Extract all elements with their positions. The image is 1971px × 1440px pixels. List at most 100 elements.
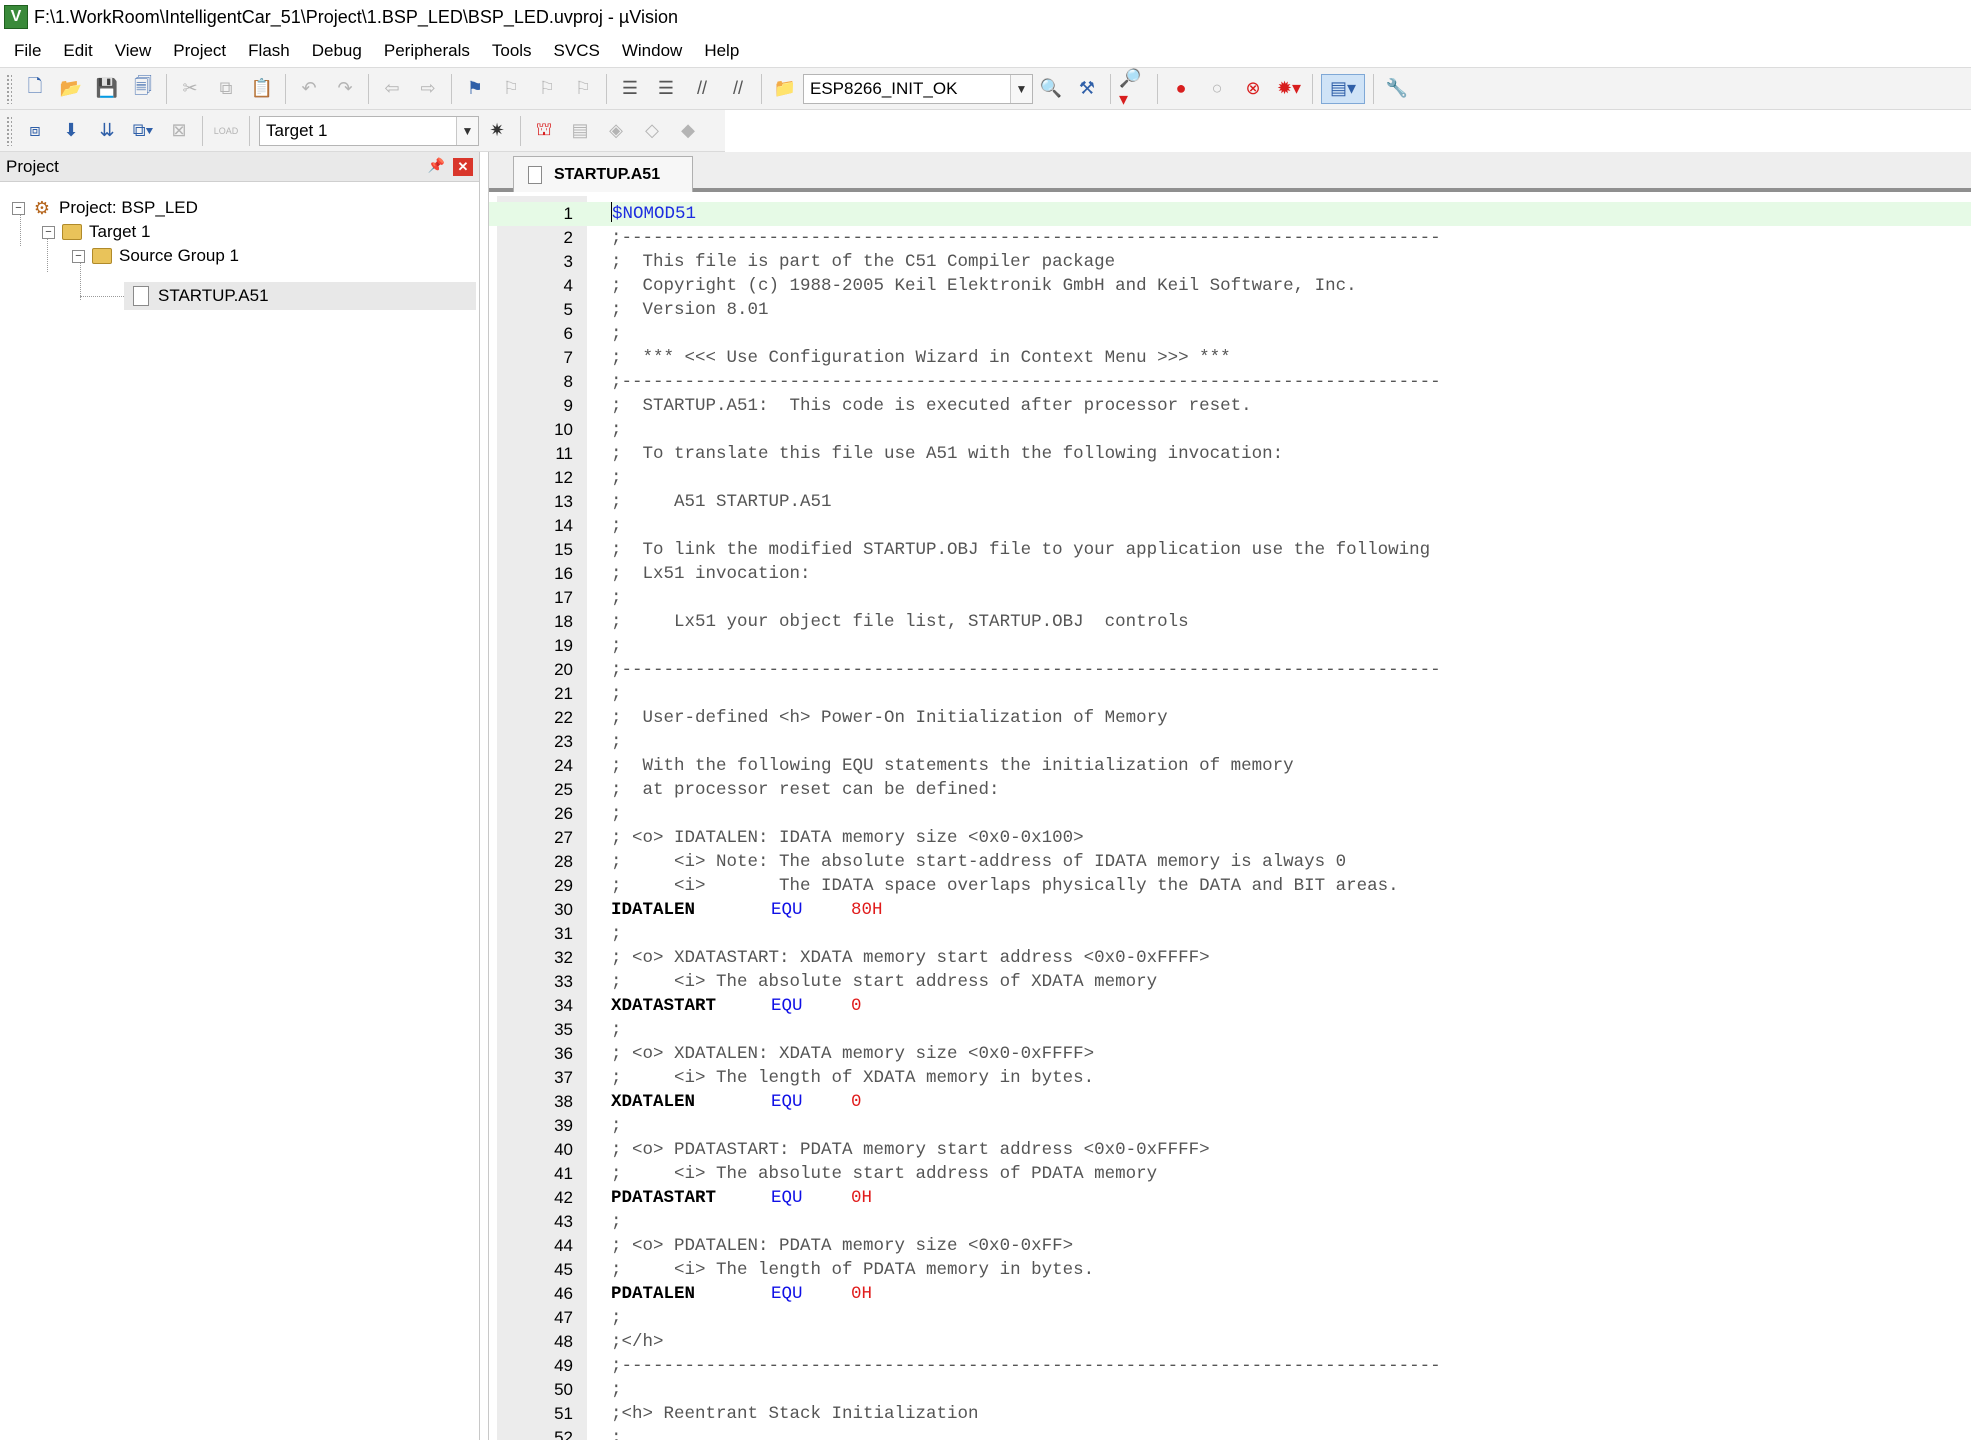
bookmark-next-icon[interactable]: ⚐ xyxy=(532,74,562,104)
code-line[interactable]: 9 ; STARTUP.A51: This code is executed af… xyxy=(489,394,1971,418)
target-combo[interactable]: Target 1 ▼ xyxy=(259,115,479,146)
comment-icon[interactable]: // xyxy=(687,74,717,104)
code-line[interactable]: 24 ; With the following EQU statements th… xyxy=(489,754,1971,778)
code-line[interactable]: 10; xyxy=(489,418,1971,442)
code-line[interactable]: 49 ;-------------------------------------… xyxy=(489,1354,1971,1378)
redo-icon[interactable]: ↷ xyxy=(330,74,360,104)
code-line[interactable]: 42 PDATASTART EQU 0H xyxy=(489,1186,1971,1210)
menu-view[interactable]: View xyxy=(104,34,163,68)
menu-flash[interactable]: Flash xyxy=(237,34,301,68)
pin-icon[interactable]: 📌 xyxy=(428,157,445,174)
enable-breakpoint-icon[interactable]: ○ xyxy=(1202,74,1232,104)
options-for-target-icon[interactable]: ✷ xyxy=(482,116,512,146)
select-packs-icon[interactable]: ▤ xyxy=(565,116,595,146)
menu-svcs[interactable]: SVCS xyxy=(543,34,611,68)
menu-edit[interactable]: Edit xyxy=(52,34,103,68)
cut-icon[interactable]: ✂ xyxy=(175,74,205,104)
code-line[interactable]: 40 ; <o> PDATASTART: PDATA memory start a… xyxy=(489,1138,1971,1162)
download-load-icon[interactable]: LOAD xyxy=(211,116,241,146)
collapse-icon[interactable]: − xyxy=(42,225,55,239)
rebuild-icon[interactable]: ⇊ xyxy=(92,116,122,146)
code-line[interactable]: 6; xyxy=(489,322,1971,346)
find-icon[interactable]: 🔍 xyxy=(1036,74,1066,104)
code-line[interactable]: 34 XDATASTART EQU 0 xyxy=(489,994,1971,1018)
code-line[interactable]: 1 $NOMOD51 xyxy=(489,202,1971,226)
code-line[interactable]: 31; xyxy=(489,922,1971,946)
save-icon[interactable]: 💾 xyxy=(92,74,122,104)
code-line[interactable]: 32 ; <o> XDATASTART: XDATA memory start a… xyxy=(489,946,1971,970)
bookmark-clear-icon[interactable]: ⚐ xyxy=(568,74,598,104)
tab-startup-a51[interactable]: STARTUP.A51 xyxy=(513,156,693,192)
code-line[interactable]: 8 ;--------------------------------------… xyxy=(489,370,1971,394)
code-line[interactable]: 27 ; <o> IDATALEN: IDATA memory size <0x0… xyxy=(489,826,1971,850)
code-line[interactable]: 16 ; Lx51 invocation: xyxy=(489,562,1971,586)
code-line[interactable]: 50; xyxy=(489,1378,1971,1402)
code-line[interactable]: 30 IDATALEN EQU 80H xyxy=(489,898,1971,922)
code-line[interactable]: 5 ; Version 8.01 xyxy=(489,298,1971,322)
code-line[interactable]: 35; xyxy=(489,1018,1971,1042)
bookmark-previous-icon[interactable]: ⚐ xyxy=(496,74,526,104)
code-line[interactable]: 38 XDATALEN EQU 0 xyxy=(489,1090,1971,1114)
navigate-forward-icon[interactable]: ⇨ xyxy=(413,74,443,104)
run-time-env-icon[interactable]: ◆ xyxy=(673,116,703,146)
navigate-back-icon[interactable]: ⇦ xyxy=(377,74,407,104)
code-line[interactable]: 37 ; <i> The length of XDATA memory in by… xyxy=(489,1066,1971,1090)
code-line[interactable]: 11 ; To translate this file use A51 with … xyxy=(489,442,1971,466)
window-layout-icon[interactable]: ▤▾ xyxy=(1321,73,1365,104)
stop-build-icon[interactable]: ⊠ xyxy=(164,116,194,146)
chevron-down-icon[interactable]: ▼ xyxy=(456,116,478,145)
menu-help[interactable]: Help xyxy=(693,34,750,68)
code-line[interactable]: 7 ; *** <<< Use Configuration Wizard in C… xyxy=(489,346,1971,370)
code-line[interactable]: 3 ; This file is part of the C51 Compiler… xyxy=(489,250,1971,274)
new-file-icon[interactable]: 🗋 xyxy=(20,74,50,104)
code-line[interactable]: 33 ; <i> The absolute start address of XD… xyxy=(489,970,1971,994)
code-line[interactable]: 12; xyxy=(489,466,1971,490)
find-combo[interactable]: ESP8266_INIT_OK ▼ xyxy=(803,73,1033,104)
tree-item-source-group[interactable]: − Source Group 1 xyxy=(72,242,472,270)
menu-project[interactable]: Project xyxy=(162,34,237,68)
code-line[interactable]: 26; xyxy=(489,802,1971,826)
kill-all-breakpoints-icon[interactable]: ✹▾ xyxy=(1274,74,1304,104)
code-line[interactable]: 39; xyxy=(489,1114,1971,1138)
code-line[interactable]: 52; xyxy=(489,1426,1971,1440)
code-line[interactable]: 2 ;--------------------------------------… xyxy=(489,226,1971,250)
insert-breakpoint-icon[interactable]: ● xyxy=(1166,74,1196,104)
open-folder-icon[interactable]: 📂 xyxy=(56,74,86,104)
code-line[interactable]: 21; xyxy=(489,682,1971,706)
translate-icon[interactable]: ⧈ xyxy=(20,116,50,146)
code-line[interactable]: 20 ;-------------------------------------… xyxy=(489,658,1971,682)
code-editor[interactable]: 1 $NOMOD51 2 ;-----------------------------… xyxy=(489,196,1971,1440)
code-line[interactable]: 13 ; A51 STARTUP.A51 xyxy=(489,490,1971,514)
code-line[interactable]: 45 ; <i> The length of PDATA memory in by… xyxy=(489,1258,1971,1282)
code-line[interactable]: 48 ;</h> xyxy=(489,1330,1971,1354)
code-line[interactable]: 17; xyxy=(489,586,1971,610)
code-line[interactable]: 44 ; <o> PDATALEN: PDATA memory size <0x0… xyxy=(489,1234,1971,1258)
code-line[interactable]: 25 ; at processor reset can be defined: xyxy=(489,778,1971,802)
indent-icon[interactable]: ☰ xyxy=(615,74,645,104)
toolbar-grip[interactable] xyxy=(6,115,12,146)
uncomment-icon[interactable]: // xyxy=(723,74,753,104)
bookmark-toggle-icon[interactable]: ⚑ xyxy=(460,74,490,104)
unindent-icon[interactable]: ☰ xyxy=(651,74,681,104)
code-line[interactable]: 51 ;<h> Reentrant Stack Initialization xyxy=(489,1402,1971,1426)
chevron-down-icon[interactable]: ▼ xyxy=(1010,74,1032,103)
code-line[interactable]: 47; xyxy=(489,1306,1971,1330)
code-line[interactable]: 28 ; <i> Note: The absolute start-address… xyxy=(489,850,1971,874)
disable-all-breakpoints-icon[interactable]: ⊗ xyxy=(1238,74,1268,104)
code-line[interactable]: 14; xyxy=(489,514,1971,538)
toolbar-grip[interactable] xyxy=(6,73,12,104)
code-line[interactable]: 19; xyxy=(489,634,1971,658)
incremental-find-icon[interactable]: ⚒ xyxy=(1072,74,1102,104)
code-line[interactable]: 29 ; <i> The IDATA space overlaps physica… xyxy=(489,874,1971,898)
tree-item-file[interactable]: STARTUP.A51 xyxy=(124,282,476,310)
code-line[interactable]: 15 ; To link the modified STARTUP.OBJ fil… xyxy=(489,538,1971,562)
collapse-icon[interactable]: − xyxy=(12,201,25,215)
collapse-icon[interactable]: − xyxy=(72,249,85,263)
find-in-files-icon[interactable]: 📁 xyxy=(770,74,800,104)
menu-peripherals[interactable]: Peripherals xyxy=(373,34,481,68)
code-line[interactable]: 23; xyxy=(489,730,1971,754)
manage-rte-icon[interactable]: ◈ xyxy=(601,116,631,146)
code-line[interactable]: 22 ; User-defined <h> Power-On Initializa… xyxy=(489,706,1971,730)
manage-project-items-icon[interactable]: ⛫ xyxy=(529,116,559,146)
configure-wrench-icon[interactable]: 🔧 xyxy=(1382,74,1412,104)
